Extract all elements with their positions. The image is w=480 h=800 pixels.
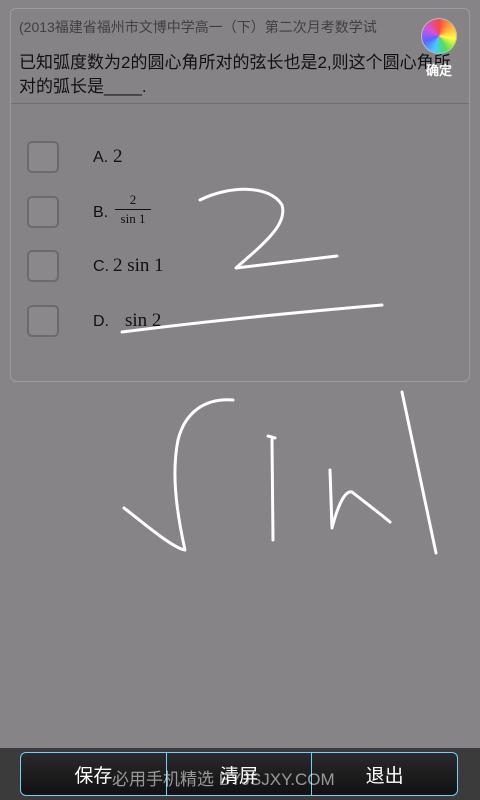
ink-stroke-i-dot <box>266 434 277 440</box>
bottom-toolbar: 保存 清屏 退出 必用手机精选 BYJSJXY.COM <box>0 748 480 800</box>
option-b-fraction: 2 sin 1 <box>115 192 151 227</box>
confirm-label: 确定 <box>425 63 452 78</box>
color-wheel-icon <box>421 18 457 54</box>
question-source: (2013福建省福州市文博中学高一（下）第二次月考数学试 <box>19 19 377 35</box>
bottom-button-bar: 保存 清屏 退出 <box>20 752 458 796</box>
divider <box>11 103 469 104</box>
option-a-text: 2 <box>113 146 123 167</box>
confirm-button[interactable]: 确定 <box>419 18 459 78</box>
ink-stroke-1 <box>400 390 438 555</box>
option-a-checkbox[interactable] <box>27 141 59 173</box>
ink-stroke-n <box>328 468 392 530</box>
ink-stroke-s <box>122 398 235 552</box>
option-d-checkbox[interactable] <box>27 305 59 337</box>
option-b-letter: B. <box>93 204 109 221</box>
option-a[interactable]: A. 2 <box>27 141 447 175</box>
question-text: 已知弧度数为2的圆心角所对的弦长也是2,则这个圆心角所对的弧长是____. <box>19 53 451 96</box>
option-c-checkbox[interactable] <box>27 250 59 282</box>
option-b[interactable]: B. 2 sin 1 <box>27 192 447 230</box>
option-c[interactable]: C. 2 sin 1 <box>27 250 447 284</box>
option-b-denominator: sin 1 <box>120 211 146 226</box>
clear-button[interactable]: 清屏 <box>165 753 312 795</box>
option-d-text: sin 2 <box>125 310 162 331</box>
question-card: (2013福建省福州市文博中学高一（下）第二次月考数学试 已知弧度数为2的圆心角… <box>10 8 470 382</box>
option-b-numerator: 2 <box>129 192 137 207</box>
save-button[interactable]: 保存 <box>21 753 166 795</box>
option-d[interactable]: D. sin 2 <box>27 305 447 339</box>
option-d-letter: D. <box>93 313 109 330</box>
exit-button[interactable]: 退出 <box>311 753 457 795</box>
option-c-letter: C. <box>93 258 109 275</box>
fraction-bar <box>115 209 151 210</box>
option-a-letter: A. <box>93 149 109 166</box>
option-c-text: 2 sin 1 <box>113 255 164 276</box>
option-b-checkbox[interactable] <box>27 196 59 228</box>
ink-stroke-i <box>270 438 275 542</box>
